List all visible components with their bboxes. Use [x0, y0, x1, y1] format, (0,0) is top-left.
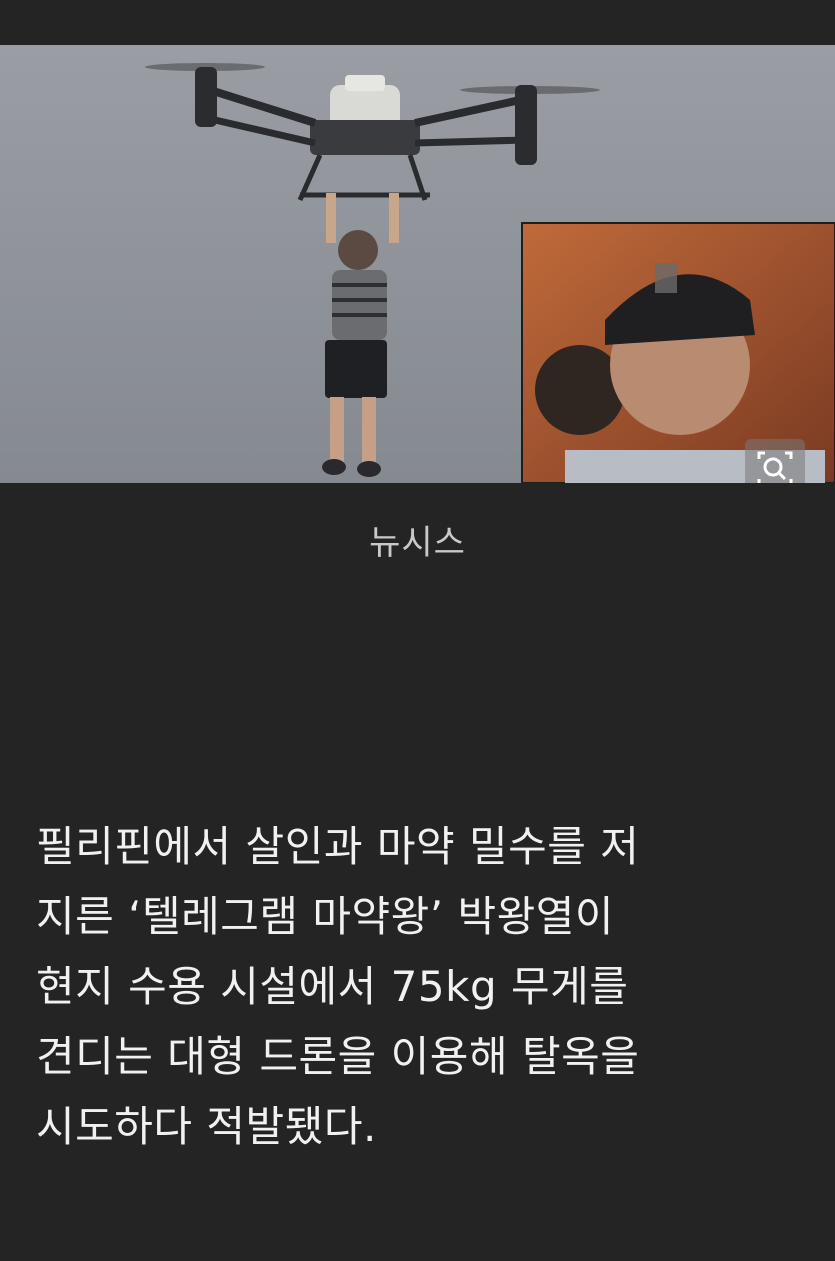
image-caption: 뉴시스 — [369, 523, 466, 563]
article-image[interactable] — [0, 45, 835, 483]
magnify-icon — [757, 451, 793, 483]
zoom-button[interactable] — [745, 439, 805, 483]
article-page: 뉴시스 필리핀에서 살인과 마약 밀수를 저 지른 ‘텔레그램 마약왕’ 박왕열… — [0, 0, 835, 1261]
drone-photo — [0, 45, 835, 483]
article-body: 필리핀에서 살인과 마약 밀수를 저 지른 ‘텔레그램 마약왕’ 박왕열이 현지… — [36, 822, 640, 1151]
